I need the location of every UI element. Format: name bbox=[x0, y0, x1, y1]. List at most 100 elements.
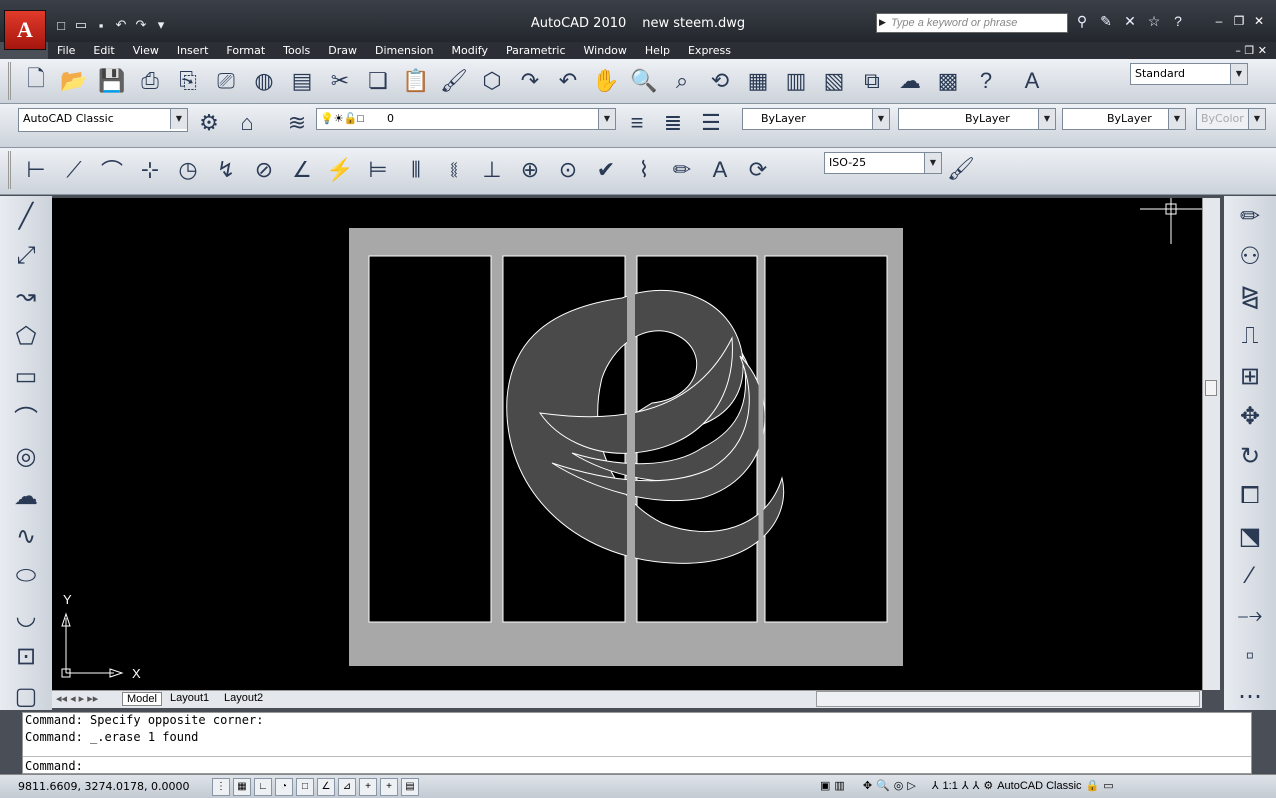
dim-style-select[interactable]: ISO-25 bbox=[824, 152, 942, 174]
minimize-icon[interactable]: – bbox=[1212, 14, 1226, 28]
insert-block-icon[interactable]: ⊡ bbox=[4, 636, 48, 676]
menu-insert[interactable]: Insert bbox=[168, 44, 218, 57]
tab-layout1[interactable]: Layout1 bbox=[170, 692, 209, 704]
offset-icon[interactable]: ⎍ bbox=[1228, 316, 1272, 356]
arc-icon[interactable]: ⌒ bbox=[4, 396, 48, 436]
close-icon[interactable]: ✕ bbox=[1252, 14, 1266, 28]
quickcalc-icon[interactable]: ▩ bbox=[931, 64, 965, 98]
menu-modify[interactable]: Modify bbox=[443, 44, 497, 57]
trim-icon[interactable]: ⁄ bbox=[1228, 556, 1272, 596]
tolerance-icon[interactable]: ⊕ bbox=[513, 153, 547, 187]
quick-dim-icon[interactable]: ⚡ bbox=[323, 153, 357, 187]
break-icon[interactable]: ▫ bbox=[1228, 636, 1272, 676]
help-tool-icon[interactable]: ? bbox=[969, 64, 1003, 98]
polygon-icon[interactable]: ⬠ bbox=[4, 316, 48, 356]
spline-icon[interactable]: ∿ bbox=[4, 516, 48, 556]
menu-view[interactable]: View bbox=[124, 44, 168, 57]
qp-toggle-icon[interactable]: ▤ bbox=[401, 778, 419, 796]
ducs-toggle-icon[interactable]: ⊿ bbox=[338, 778, 356, 796]
undo-tool-icon[interactable]: ↶ bbox=[551, 64, 585, 98]
diameter-icon[interactable]: ⊘ bbox=[247, 153, 281, 187]
baseline-icon[interactable]: ⊨ bbox=[361, 153, 395, 187]
sheet-set-manager-icon[interactable]: ⧉ bbox=[855, 64, 889, 98]
qnew-icon[interactable]: 🗋 bbox=[19, 64, 53, 98]
join-icon[interactable]: ⋯ bbox=[1228, 676, 1272, 716]
redo-tool-icon[interactable]: ↷ bbox=[513, 64, 547, 98]
center-mark-icon[interactable]: ⊙ bbox=[551, 153, 585, 187]
jogged-icon[interactable]: ↯ bbox=[209, 153, 243, 187]
favorites-icon[interactable]: ☆ bbox=[1144, 13, 1164, 30]
linear-dim-icon[interactable]: ⊢ bbox=[19, 153, 53, 187]
angular-icon[interactable]: ∠ bbox=[285, 153, 319, 187]
continue-icon[interactable]: ⫴ bbox=[399, 153, 433, 187]
radius-icon[interactable]: ◷ bbox=[171, 153, 205, 187]
aligned-dim-icon[interactable]: ⟋ bbox=[57, 153, 91, 187]
menu-express[interactable]: Express bbox=[679, 44, 740, 57]
stretch-icon[interactable]: ⬔ bbox=[1228, 516, 1272, 556]
markup-icon[interactable]: ☁ bbox=[893, 64, 927, 98]
dyn-toggle-icon[interactable]: + bbox=[359, 778, 377, 796]
subscription-icon[interactable]: ✎ bbox=[1096, 13, 1116, 30]
move-icon[interactable]: ✥ bbox=[1228, 396, 1272, 436]
tab-model[interactable]: Model bbox=[122, 692, 162, 706]
tool-palettes-icon[interactable]: ▧ bbox=[817, 64, 851, 98]
text-style-select[interactable]: Standard bbox=[1130, 63, 1248, 85]
search-input[interactable]: Type a keyword or phrase bbox=[876, 13, 1068, 33]
dim-text-edit-icon[interactable]: A bbox=[703, 153, 737, 187]
jogged-linear-icon[interactable]: ⌇ bbox=[627, 153, 661, 187]
osnap-toggle-icon[interactable]: □ bbox=[296, 778, 314, 796]
workspace-settings-icon[interactable]: ⚙ bbox=[192, 106, 226, 140]
inspect-icon[interactable]: ✔ bbox=[589, 153, 623, 187]
match-properties-icon[interactable]: 🖌 bbox=[437, 64, 471, 98]
pan-status-icon[interactable]: ✥ bbox=[863, 778, 872, 796]
dim-break-icon[interactable]: ⊥ bbox=[475, 153, 509, 187]
dim-style-icon[interactable]: 🖌 bbox=[944, 152, 978, 186]
layer-properties-icon[interactable]: ≋ bbox=[280, 106, 314, 140]
zoom-status-icon[interactable]: 🔍 bbox=[876, 778, 890, 796]
quick-view-layouts-icon[interactable]: ▥ bbox=[834, 778, 844, 796]
tab-nav-arrows[interactable]: ◂◂ ◂ ▸ ▸▸ bbox=[56, 692, 98, 705]
dim-space-icon[interactable]: ⧛ bbox=[437, 153, 471, 187]
design-center-icon[interactable]: ▥ bbox=[779, 64, 813, 98]
copy-icon[interactable]: ❏ bbox=[361, 64, 395, 98]
make-current-layer-icon[interactable]: ≡ bbox=[620, 106, 654, 140]
paste-icon[interactable]: 📋 bbox=[399, 64, 433, 98]
workspace-select[interactable]: AutoCAD Classic bbox=[18, 108, 188, 132]
construction-line-icon[interactable]: ⤢ bbox=[4, 236, 48, 276]
tab-layout2[interactable]: Layout2 bbox=[224, 692, 263, 704]
rectangle-icon[interactable]: ▭ bbox=[4, 356, 48, 396]
sheet-set-icon[interactable]: ▤ bbox=[285, 64, 319, 98]
ellipse-icon[interactable]: ⬭ bbox=[4, 556, 48, 596]
arc-length-icon[interactable]: ⌒ bbox=[95, 153, 129, 187]
snap-toggle-icon[interactable]: ⋮ bbox=[212, 778, 230, 796]
command-input[interactable]: Command: bbox=[23, 756, 1251, 774]
menu-draw[interactable]: Draw bbox=[319, 44, 366, 57]
dim-edit-icon[interactable]: ✏ bbox=[665, 153, 699, 187]
annotation-scale[interactable]: 1:1 bbox=[943, 778, 958, 796]
grid-toggle-icon[interactable]: ▦ bbox=[233, 778, 251, 796]
menu-file[interactable]: File bbox=[48, 44, 84, 57]
dim-update-icon[interactable]: ⟳ bbox=[741, 153, 775, 187]
auto-scale-icon[interactable]: ⅄ bbox=[973, 778, 980, 796]
menu-tools[interactable]: Tools bbox=[274, 44, 319, 57]
vertical-scrollbar[interactable] bbox=[1202, 198, 1220, 690]
workspace-switch[interactable]: AutoCAD Classic bbox=[997, 778, 1081, 796]
drawing-canvas[interactable]: Y X bbox=[52, 198, 1202, 690]
revision-cloud-icon[interactable]: ☁ bbox=[4, 476, 48, 516]
help-icon[interactable]: ? bbox=[1168, 13, 1188, 30]
annotation-scale-icon[interactable]: ⅄ bbox=[932, 778, 939, 796]
linetype-select[interactable]: ByLayer bbox=[898, 108, 1056, 130]
polar-toggle-icon[interactable]: ◔ bbox=[275, 778, 293, 796]
zoom-realtime-icon[interactable]: 🔍 bbox=[627, 64, 661, 98]
lock-icon[interactable]: 🔒 bbox=[1086, 778, 1100, 796]
layer-states-icon[interactable]: ☰ bbox=[694, 106, 728, 140]
mirror-icon[interactable]: ⧎ bbox=[1228, 276, 1272, 316]
annotation-visibility-icon[interactable]: ⅄ bbox=[962, 778, 969, 796]
restore-icon[interactable]: ❐ bbox=[1232, 14, 1246, 28]
make-block-icon[interactable]: ▢ bbox=[4, 676, 48, 716]
erase-icon[interactable]: ✏ bbox=[1228, 196, 1272, 236]
otrack-toggle-icon[interactable]: ∠ bbox=[317, 778, 335, 796]
lineweight-select[interactable]: ByLayer bbox=[1062, 108, 1186, 130]
block-editor-icon[interactable]: ⬡ bbox=[475, 64, 509, 98]
my-workspace-icon[interactable]: ⌂ bbox=[230, 106, 264, 140]
